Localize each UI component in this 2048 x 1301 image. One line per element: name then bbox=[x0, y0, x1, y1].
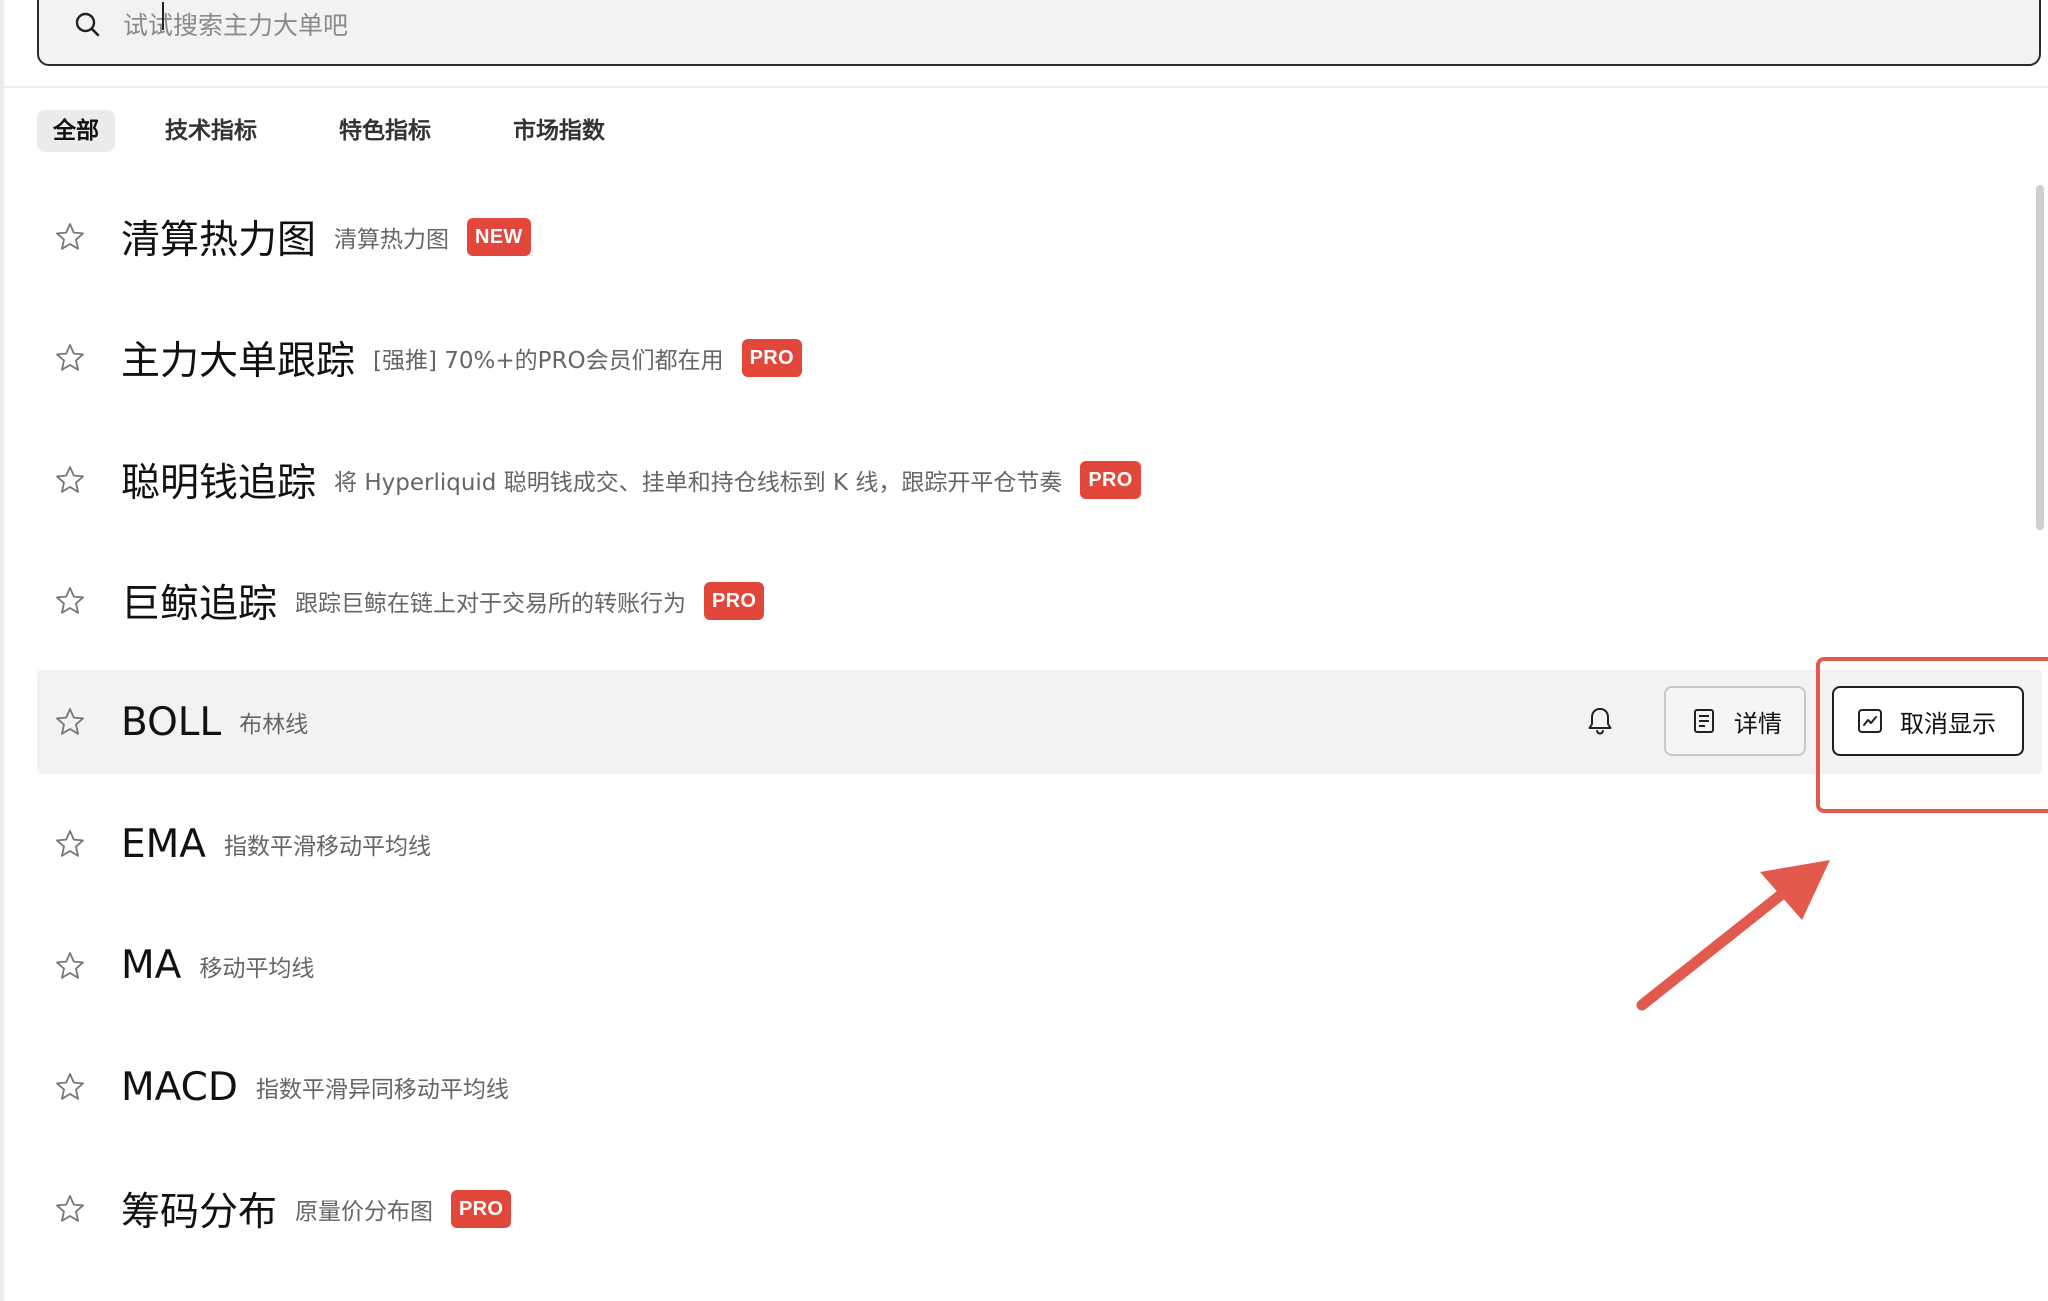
indicator-title: 巨鲸追踪 bbox=[121, 582, 278, 628]
search-input[interactable] bbox=[123, 0, 1823, 50]
star-icon[interactable] bbox=[53, 584, 87, 618]
bell-icon[interactable] bbox=[1580, 701, 1620, 741]
tab-market-index[interactable]: 市场指数 bbox=[497, 110, 621, 152]
indicator-description: 指数平滑移动平均线 bbox=[223, 834, 431, 861]
document-icon bbox=[1694, 709, 1714, 733]
list-item[interactable]: MA 移动平均线 bbox=[37, 905, 2042, 1027]
indicator-description: 清算热力图 bbox=[334, 226, 450, 253]
search-box[interactable] bbox=[37, 0, 2041, 66]
list-item[interactable]: 主力大单跟踪 [强推] 70%+的PRO会员们都在用 PRO bbox=[37, 298, 2042, 420]
list-item-hovered[interactable]: BOLL 布林线 详情 取消显示 bbox=[37, 670, 2042, 774]
star-icon[interactable] bbox=[53, 949, 87, 983]
header-divider bbox=[4, 86, 2048, 88]
scrollbar[interactable] bbox=[2036, 185, 2044, 530]
list-item[interactable]: 筹码分布 原量价分布图 PRO bbox=[37, 1148, 2042, 1270]
left-border bbox=[0, 0, 4, 1301]
star-icon[interactable] bbox=[53, 220, 87, 254]
pro-badge: PRO bbox=[451, 1189, 512, 1228]
indicator-description: 原量价分布图 bbox=[295, 1198, 434, 1225]
indicator-title: 聪明钱追踪 bbox=[121, 460, 317, 506]
indicator-list: 清算热力图 清算热力图 NEW 主力大单跟踪 [强推] 70%+的PRO会员们都… bbox=[37, 176, 2042, 1270]
list-item[interactable]: 巨鲸追踪 跟踪巨鲸在链上对于交易所的转账行为 PRO bbox=[37, 541, 2042, 663]
indicator-title: 筹码分布 bbox=[121, 1189, 278, 1235]
annotation-highlight-box bbox=[1816, 657, 2048, 813]
pro-badge: PRO bbox=[704, 582, 765, 621]
list-item[interactable]: 清算热力图 清算热力图 NEW bbox=[37, 176, 2042, 298]
star-icon[interactable] bbox=[53, 463, 87, 497]
category-tabs: 全部 技术指标 特色指标 市场指数 bbox=[37, 110, 671, 152]
detail-button[interactable]: 详情 bbox=[1664, 686, 1806, 756]
indicator-title: MA bbox=[121, 943, 182, 989]
indicator-description: 跟踪巨鲸在链上对于交易所的转账行为 bbox=[295, 591, 687, 618]
indicator-title: 主力大单跟踪 bbox=[121, 339, 356, 385]
indicator-description: 指数平滑异同移动平均线 bbox=[255, 1077, 509, 1104]
pro-badge: PRO bbox=[1080, 460, 1141, 499]
star-icon[interactable] bbox=[53, 341, 87, 375]
indicator-title: BOLL bbox=[121, 699, 222, 745]
tab-featured-indicators[interactable]: 特色指标 bbox=[323, 110, 447, 152]
star-icon[interactable] bbox=[53, 1070, 87, 1104]
tab-technical-indicators[interactable]: 技术指标 bbox=[149, 110, 273, 152]
indicator-description: 布林线 bbox=[239, 712, 309, 738]
detail-button-label: 详情 bbox=[1734, 709, 1782, 738]
list-item[interactable]: MACD 指数平滑异同移动平均线 bbox=[37, 1027, 2042, 1149]
pro-badge: PRO bbox=[741, 339, 802, 378]
indicator-title: MACD bbox=[121, 1064, 238, 1110]
star-icon[interactable] bbox=[53, 827, 87, 861]
search-icon bbox=[73, 10, 103, 40]
new-badge: NEW bbox=[467, 217, 531, 256]
indicator-description: [强推] 70%+的PRO会员们都在用 bbox=[373, 348, 724, 375]
list-item[interactable]: EMA 指数平滑移动平均线 bbox=[37, 784, 2042, 906]
star-icon[interactable] bbox=[53, 1192, 87, 1226]
tab-all[interactable]: 全部 bbox=[37, 110, 115, 152]
indicator-title: EMA bbox=[121, 821, 206, 867]
list-item[interactable]: 聪明钱追踪 将 Hyperliquid 聪明钱成交、挂单和持仓线标到 K 线，跟… bbox=[37, 419, 2042, 541]
text-caret bbox=[162, 2, 164, 30]
indicator-title: 清算热力图 bbox=[121, 217, 317, 263]
indicator-description: 移动平均线 bbox=[199, 955, 315, 982]
indicator-description: 将 Hyperliquid 聪明钱成交、挂单和持仓线标到 K 线，跟踪开平仓节奏 bbox=[334, 469, 1063, 496]
star-icon[interactable] bbox=[53, 705, 87, 739]
